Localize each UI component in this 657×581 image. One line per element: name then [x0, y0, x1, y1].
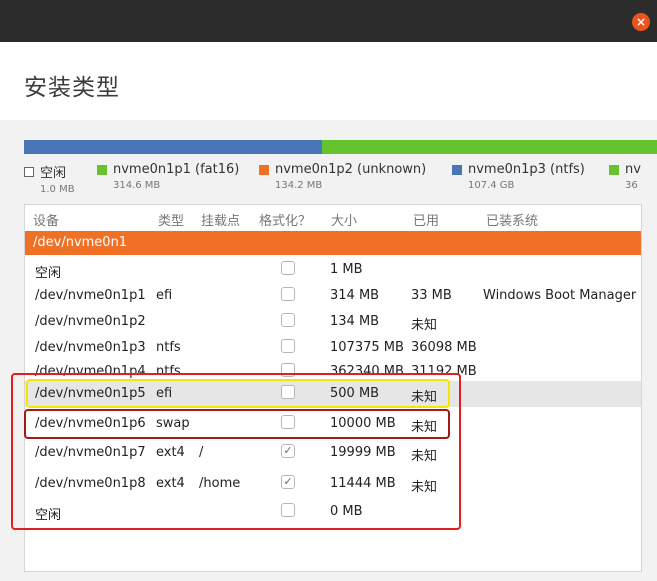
legend-size: 36	[625, 180, 638, 191]
device-group-row[interactable]: /dev/nvme0n1	[25, 231, 641, 255]
legend-size: 314.6 MB	[113, 180, 161, 191]
table-row[interactable]: /dev/nvme0n1p1 efi 314 MB 33 MB Windows Boot…	[25, 283, 641, 309]
legend-label: nv	[625, 162, 641, 177]
highlight-box-darkred	[24, 409, 450, 439]
table-header: 设备 类型 挂载点 格式化？ 大小 已用 已装系统	[25, 205, 641, 231]
col-header-format[interactable]: 格式化？	[259, 210, 311, 229]
cell-size: 1 MB	[330, 262, 363, 277]
cell-device: /dev/nvme0n1p2	[35, 314, 146, 329]
cell-type: efi	[156, 288, 173, 303]
device-group-label: /dev/nvme0n1	[33, 235, 128, 250]
col-header-mount[interactable]: 挂载点	[201, 210, 240, 229]
cell-used: 33 MB	[411, 288, 452, 303]
partition-bar-segment-ntfs	[24, 140, 322, 154]
col-header-system[interactable]: 已装系统	[486, 210, 538, 229]
legend-item: nvme0n1p2 (unknown) 134.2 MB	[259, 162, 426, 191]
legend-swatch-icon	[24, 166, 34, 177]
cell-device: 空闲	[35, 266, 62, 281]
cell-type: ntfs	[156, 340, 181, 355]
highlight-box-yellow	[26, 379, 450, 408]
legend-label: nvme0n1p3 (ntfs)	[468, 162, 585, 177]
format-checkbox[interactable]	[281, 313, 295, 327]
cell-size: 107375 MB	[330, 340, 404, 355]
legend-label: nvme0n1p2 (unknown)	[275, 162, 427, 177]
table-row[interactable]: /dev/nvme0n1p3 ntfs 107375 MB 36098 MB	[25, 335, 641, 361]
cell-size: 134 MB	[330, 314, 380, 329]
col-header-type[interactable]: 类型	[158, 210, 184, 229]
legend-label: nvme0n1p1 (fat16)	[113, 162, 240, 177]
window-titlebar: ×	[0, 0, 657, 42]
partition-legend: 空闲 1.0 MB nvme0n1p1 (fat16) 314.6 MB nvme0n1…	[24, 162, 657, 198]
col-header-device[interactable]: 设备	[33, 210, 59, 229]
cell-device: /dev/nvme0n1p3	[35, 340, 146, 355]
legend-swatch-icon	[259, 164, 269, 175]
col-header-size[interactable]: 大小	[331, 210, 357, 229]
cell-used: 36098 MB	[411, 340, 477, 355]
legend-label: 空闲	[40, 166, 67, 181]
col-header-used[interactable]: 已用	[413, 210, 439, 229]
legend-size: 1.0 MB	[40, 184, 75, 195]
partition-bar	[24, 140, 657, 154]
page-title: 安装类型	[24, 75, 120, 101]
legend-item: nv 36	[609, 162, 641, 191]
close-icon: ×	[635, 15, 647, 29]
legend-item: nvme0n1p3 (ntfs) 107.4 GB	[452, 162, 585, 191]
format-checkbox[interactable]	[281, 261, 295, 275]
cell-size: 314 MB	[330, 288, 380, 303]
legend-size: 107.4 GB	[468, 180, 515, 191]
format-checkbox[interactable]	[281, 287, 295, 301]
cell-system: Windows Boot Manager	[483, 288, 637, 303]
legend-item: 空闲 1.0 MB	[24, 162, 75, 195]
close-button[interactable]: ×	[632, 13, 650, 31]
installer-window: × 安装类型 空闲 1.0 MB nvme0n1p1 (fat16) 314.6 MB…	[0, 0, 657, 581]
legend-swatch-icon	[97, 164, 107, 175]
table-row[interactable]: 空闲 1 MB	[25, 257, 641, 283]
legend-swatch-icon	[609, 164, 619, 175]
table-row[interactable]: /dev/nvme0n1p2 134 MB 未知	[25, 309, 641, 335]
legend-swatch-icon	[452, 164, 462, 175]
cell-used: 未知	[411, 318, 438, 333]
partition-bar-segment-ext4	[321, 140, 657, 154]
cell-device: /dev/nvme0n1p1	[35, 288, 146, 303]
legend-size: 134.2 MB	[275, 180, 323, 191]
format-checkbox[interactable]	[281, 339, 295, 353]
legend-item: nvme0n1p1 (fat16) 314.6 MB	[97, 162, 239, 191]
